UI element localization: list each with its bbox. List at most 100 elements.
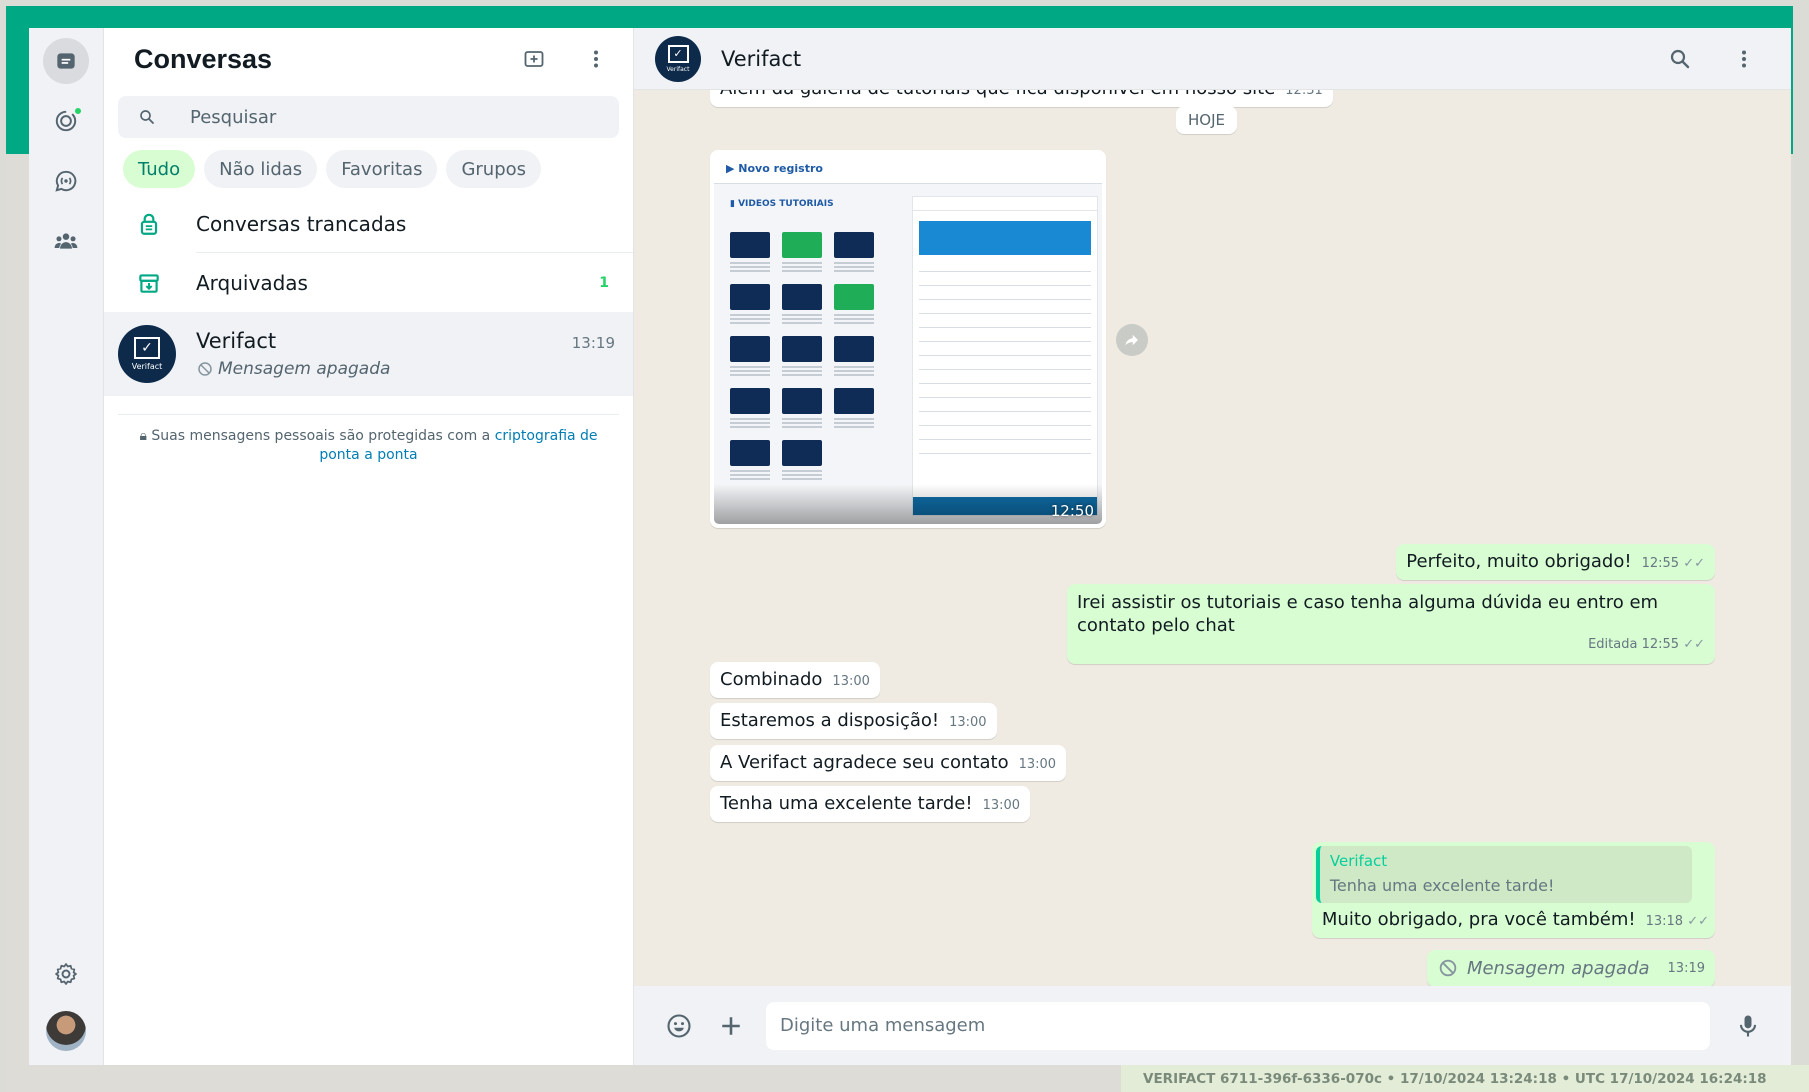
chat-search-box[interactable]	[118, 96, 619, 138]
date-divider-chip: HOJE	[1176, 106, 1237, 134]
tutorial-thumb	[730, 440, 770, 480]
archive-icon	[139, 273, 159, 293]
tutorial-thumb	[834, 284, 874, 324]
message-bubble-incoming[interactable]: Tenha uma excelente tarde! 13:00	[710, 786, 1031, 822]
message-text: Estaremos a disposição!	[720, 710, 940, 731]
filter-chip-favorites[interactable]: Favoritas	[326, 150, 438, 188]
lock-icon	[140, 213, 158, 235]
message-bubble-outgoing[interactable]: Irei assistir os tutoriais e caso tenha …	[1067, 584, 1715, 664]
image-message-time: 12:50	[1050, 502, 1094, 520]
message-text: Combinado	[720, 669, 823, 690]
chat-item-name: Verifact	[196, 329, 277, 353]
chat-search-input[interactable]	[190, 106, 570, 128]
encryption-notice: 🔒︎ Suas mensagens pessoais são protegida…	[118, 414, 619, 465]
emoji-button[interactable]	[662, 1009, 696, 1043]
nav-rail	[29, 28, 104, 1065]
conversation-header[interactable]: ✓ Verifact Verifact	[634, 28, 1791, 90]
archived-chats-label: Arquivadas	[196, 270, 308, 295]
contact-avatar[interactable]: ✓ Verifact	[655, 35, 701, 82]
lock-small-icon: 🔒︎	[139, 428, 147, 444]
message-bubble-incoming[interactable]: Estaremos a disposição! 13:00	[710, 703, 997, 739]
message-bubble-incoming[interactable]: Além da galeria de tutoriais que fica di…	[710, 90, 1333, 107]
chat-item-time: 13:19	[571, 334, 615, 352]
emoji-icon	[667, 1013, 691, 1038]
chat-list-item[interactable]: ✓ Verifact Verifact 13:19 Mensagem apaga…	[104, 312, 633, 396]
chat-filter-chips: Tudo Não lidas Favoritas Grupos	[104, 138, 633, 188]
quoted-message[interactable]: Verifact Tenha uma excelente tarde!	[1315, 846, 1692, 903]
tutorial-thumb	[782, 336, 822, 376]
plus-icon	[722, 1016, 740, 1035]
checkmark-logo-icon: ✓	[667, 44, 689, 63]
tutorial-thumb	[730, 284, 770, 324]
deleted-message-icon	[198, 362, 212, 376]
conversation-menu-button[interactable]	[1727, 42, 1761, 76]
channels-icon	[55, 170, 77, 192]
tutorial-thumbnails	[730, 232, 874, 480]
attach-button[interactable]	[714, 1009, 748, 1043]
new-chat-button[interactable]	[517, 42, 551, 76]
locked-chats-row[interactable]: Conversas trancadas	[104, 194, 633, 253]
message-text: Perfeito, muito obrigado!	[1406, 551, 1632, 572]
read-receipt-icon: ✓✓	[1683, 556, 1705, 571]
unread-status-dot	[73, 106, 83, 116]
filter-chip-all[interactable]: Tudo	[123, 150, 196, 188]
image-message-bubble[interactable]: ▶︎ Novo registro ▮ VIDEOS TUTORIAIS 12:5…	[710, 150, 1106, 528]
chat-item-preview: Mensagem apagada	[218, 359, 391, 379]
tutorial-thumb	[834, 232, 874, 272]
filter-chip-unread[interactable]: Não lidas	[204, 150, 318, 188]
message-bubble-deleted[interactable]: Mensagem apagada 13:19	[1426, 950, 1715, 986]
archived-chats-row[interactable]: Arquivadas 1	[104, 253, 633, 312]
message-input[interactable]	[766, 1001, 1710, 1050]
search-icon	[140, 110, 154, 124]
search-messages-button[interactable]	[1663, 42, 1697, 76]
tutorial-thumb	[730, 336, 770, 376]
message-time: 13:19	[1667, 960, 1705, 976]
gear-icon	[55, 963, 77, 985]
checkmark-logo-icon: ✓	[134, 337, 160, 359]
chats-nav-button[interactable]	[43, 38, 89, 84]
message-text: Mensagem apagada	[1466, 957, 1650, 979]
message-time: 13:00	[949, 715, 987, 730]
message-text: Além da galeria de tutoriais que fica di…	[720, 90, 1275, 99]
profile-avatar[interactable]	[46, 1011, 86, 1051]
status-nav-button[interactable]	[43, 98, 89, 144]
voice-message-button[interactable]	[1731, 1009, 1765, 1043]
message-bubble-outgoing[interactable]: Perfeito, muito obrigado! 12:55 ✓✓	[1396, 544, 1715, 580]
locked-chats-label: Conversas trancadas	[196, 211, 407, 236]
message-composer	[634, 986, 1791, 1065]
logo-brand-text: Verifact	[131, 362, 163, 371]
channels-nav-button[interactable]	[43, 158, 89, 204]
message-bubble-incoming[interactable]: Combinado 13:00	[710, 662, 880, 698]
screenshot-image[interactable]: ▶︎ Novo registro ▮ VIDEOS TUTORIAIS 12:5…	[714, 154, 1102, 524]
screenshot-form-panel	[912, 196, 1098, 516]
forward-media-button[interactable]	[1116, 324, 1148, 356]
quoted-author: Verifact	[1329, 852, 1388, 870]
message-time: 13:00	[982, 798, 1021, 813]
search-icon	[1670, 49, 1690, 68]
settings-nav-button[interactable]	[43, 951, 89, 997]
message-time: 12:31	[1285, 90, 1323, 98]
message-time: 13:00	[1018, 757, 1057, 772]
forward-icon	[1125, 334, 1138, 346]
message-time: 13:00	[832, 674, 870, 689]
chat-list-menu-button[interactable]	[579, 42, 613, 76]
message-text: Tenha uma excelente tarde!	[720, 793, 973, 814]
tutorial-thumb	[782, 284, 822, 324]
verifact-logo-avatar: ✓ Verifact	[118, 325, 176, 383]
message-bubble-incoming[interactable]: A Verifact agradece seu contato 13:00	[710, 745, 1067, 781]
filter-chip-groups[interactable]: Grupos	[446, 150, 542, 188]
read-receipt-icon: ✓✓	[1687, 914, 1709, 929]
tutorial-thumb	[730, 232, 770, 272]
message-list[interactable]: Além da galeria de tutoriais que fica di…	[634, 90, 1791, 986]
message-time: Editada 12:55 ✓✓	[1588, 637, 1705, 652]
tutorial-thumb	[730, 388, 770, 428]
message-time: 12:55 ✓✓	[1641, 556, 1705, 571]
archived-count-badge: 1	[599, 274, 609, 291]
encryption-notice-text: Suas mensagens pessoais são protegidas c…	[151, 428, 495, 444]
screenshot-section-title: ▮ VIDEOS TUTORIAIS	[730, 199, 834, 209]
communities-nav-button[interactable]	[43, 218, 89, 264]
quoted-text: Tenha uma excelente tarde!	[1329, 876, 1555, 895]
message-bubble-outgoing-reply[interactable]: Verifact Tenha uma excelente tarde! Muit…	[1311, 842, 1715, 938]
logo-brand-text: Verifact	[666, 65, 690, 73]
message-text: A Verifact agradece seu contato	[720, 752, 1009, 773]
